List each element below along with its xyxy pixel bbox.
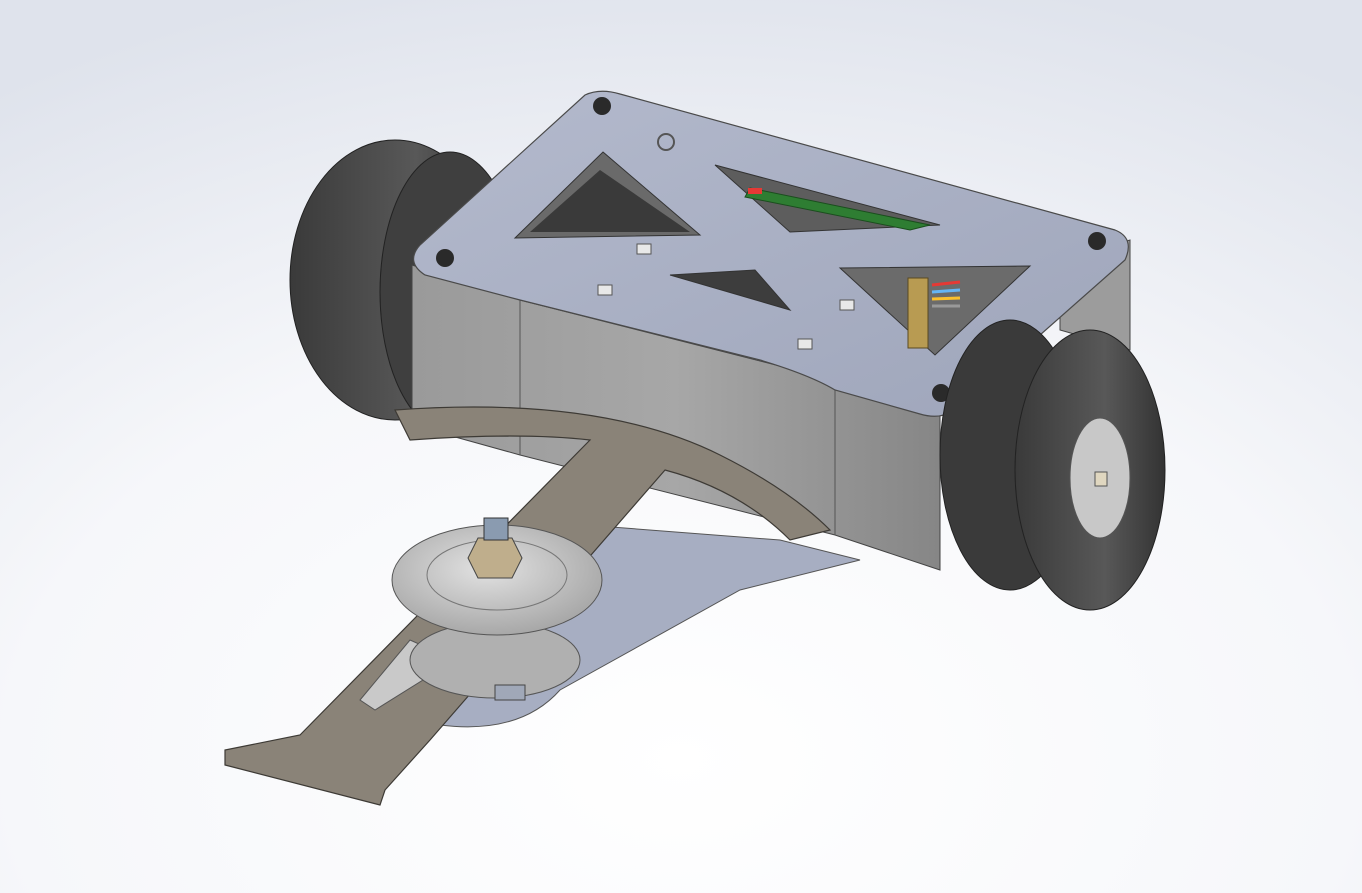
bolt-thread [483, 517, 509, 541]
pcb-red-component [748, 188, 762, 194]
pivot-bearing[interactable] [391, 517, 603, 701]
right-wheel[interactable] [939, 319, 1166, 611]
hex-nut-icon [467, 537, 523, 579]
robot-model[interactable] [0, 0, 1362, 893]
cad-viewport[interactable] [0, 0, 1362, 893]
